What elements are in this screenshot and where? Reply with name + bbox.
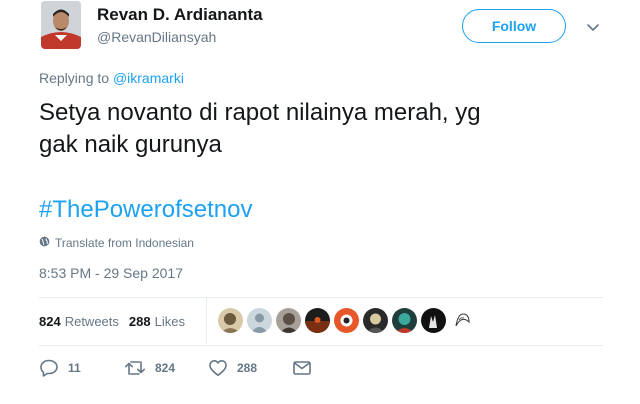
retweets-label: Retweets [64,314,119,329]
likes-count: 288 [128,314,151,329]
liker-avatar[interactable] [218,308,243,333]
heart-icon [208,359,228,377]
replying-to: Replying to @ikramarki [39,70,184,86]
reply-icon [39,359,59,377]
retweets-stat[interactable]: 824 Retweets [39,314,119,329]
tweet-timestamp[interactable]: 8:53 PM - 29 Sep 2017 [39,265,183,281]
chevron-down-icon[interactable] [583,17,603,37]
divider [39,297,603,298]
globe-icon [39,236,50,250]
liker-avatar[interactable] [392,308,417,333]
tweet-actions: 11 824 288 [39,359,312,377]
like-count: 288 [237,361,258,375]
likes-label: Likes [154,314,185,329]
tweet-text-line: Setya novanto di rapot nilainya merah, y… [39,99,481,126]
liker-avatar[interactable] [421,308,446,333]
follow-button[interactable]: Follow [462,9,566,43]
stats-separator [206,298,207,344]
liker-avatar[interactable] [363,308,388,333]
liker-avatar[interactable] [334,308,359,333]
retweet-button[interactable]: 824 [124,359,208,377]
translate-label: Translate from Indonesian [55,236,194,250]
liker-avatar[interactable] [305,308,330,333]
retweet-count: 824 [155,361,176,375]
translate-link[interactable]: Translate from Indonesian [39,236,194,250]
reply-button[interactable]: 11 [39,359,124,377]
tweet-text-line: gak naik gurunya [39,131,222,158]
author-handle[interactable]: @RevanDiliansyah [97,29,216,45]
liker-avatar[interactable] [276,308,301,333]
likes-stat[interactable]: 288 Likes [129,314,185,329]
envelope-icon [292,359,312,377]
liker-avatar[interactable] [450,308,475,333]
replying-target-link[interactable]: @ikramarki [113,70,184,86]
replying-prefix: Replying to [39,70,113,86]
like-button[interactable]: 288 [208,359,292,377]
retweet-icon [124,359,146,377]
direct-message-button[interactable] [292,359,312,377]
tweet-stats: 824 Retweets 288 Likes [39,314,185,329]
retweets-count: 824 [39,314,61,329]
author-avatar[interactable] [41,1,81,49]
liker-avatar[interactable] [247,308,272,333]
hashtag-link[interactable]: #ThePowerofsetnov [39,196,252,224]
reply-count: 11 [68,361,81,375]
divider [39,345,603,346]
liker-avatars [218,308,475,333]
author-name[interactable]: Revan D. Ardiananta [97,5,263,25]
tweet-text: Setya novanto di rapot nilainya merah, y… [39,97,599,161]
